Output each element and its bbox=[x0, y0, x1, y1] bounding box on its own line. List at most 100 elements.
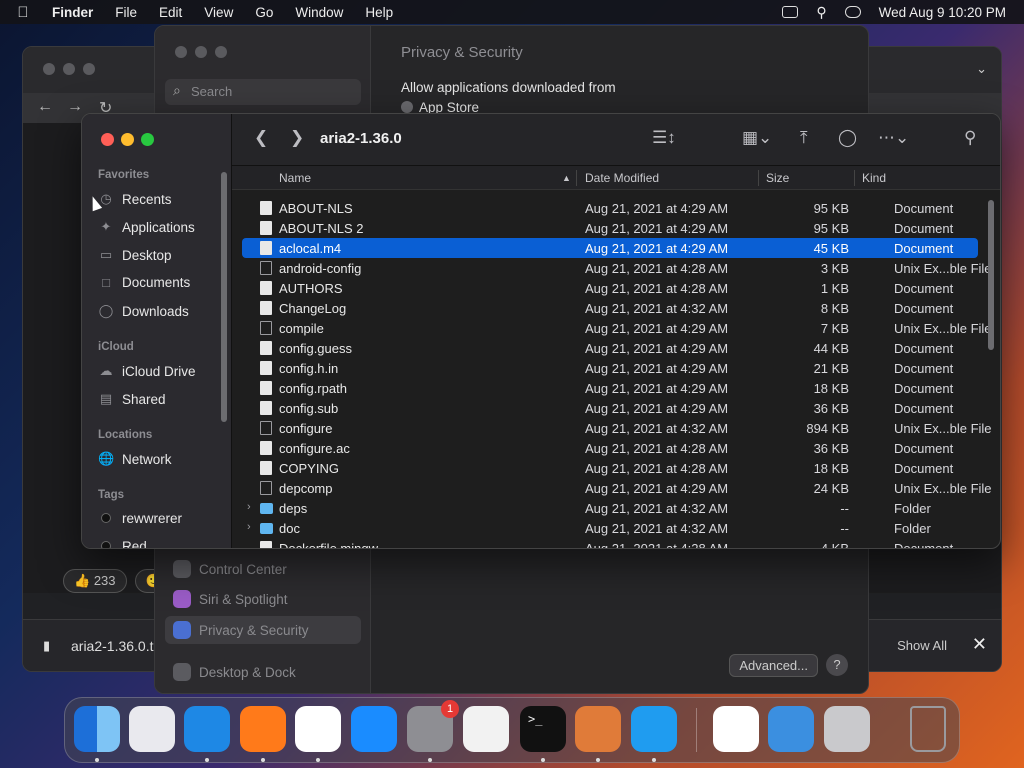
group-icon[interactable]: ▦⌄ bbox=[742, 128, 772, 148]
forward-chevron-icon[interactable]: ❯ bbox=[290, 128, 304, 148]
file-name: doc bbox=[279, 521, 300, 536]
sidebar-tag-rewwrerer[interactable]: rewwrerer bbox=[98, 511, 182, 526]
visual-studio-icon[interactable] bbox=[713, 706, 759, 752]
sidebar-item-desktop[interactable]: ▭ Desktop bbox=[98, 247, 172, 263]
apple-menu-icon[interactable]:  bbox=[0, 4, 46, 21]
sidebar-item-recents[interactable]: ◷ Recents bbox=[98, 191, 171, 207]
search-icon[interactable]: ⚲ bbox=[964, 128, 976, 148]
file-row[interactable]: ABOUT-NLS Aug 21, 2021 at 4:29 AM 95 KB Doc… bbox=[242, 198, 978, 218]
file-row[interactable]: android-config Aug 21, 2021 at 4:28 AM 3 K… bbox=[242, 258, 992, 278]
sidebar-item-downloads[interactable]: ◯ Downloads bbox=[98, 303, 189, 319]
file-row[interactable]: depcomp Aug 21, 2021 at 4:29 AM 24 KB Unix … bbox=[242, 478, 992, 498]
sidebar-scrollbar[interactable] bbox=[221, 172, 227, 422]
vscode-icon[interactable] bbox=[631, 706, 677, 752]
launchpad-icon[interactable] bbox=[129, 706, 175, 752]
menu-edit[interactable]: Edit bbox=[148, 5, 193, 20]
column-kind[interactable]: Kind bbox=[862, 171, 886, 185]
file-row[interactable]: configure.ac Aug 21, 2021 at 4:28 AM 36 KB… bbox=[242, 438, 978, 458]
file-row[interactable]: › doc Aug 21, 2021 at 4:32 AM -- Folder bbox=[242, 518, 978, 538]
sidebar-item-network[interactable]: 🌐 Network bbox=[98, 451, 172, 467]
file-row[interactable]: configure Aug 21, 2021 at 4:32 AM 894 KB Un… bbox=[242, 418, 992, 438]
file-row[interactable]: › deps Aug 21, 2021 at 4:32 AM -- Folder bbox=[242, 498, 978, 518]
control-center-icon[interactable] bbox=[844, 6, 861, 18]
window-zoom-button[interactable] bbox=[83, 63, 95, 75]
sidebar-item-applications[interactable]: ✦ Applications bbox=[98, 219, 195, 235]
disk-utility-icon[interactable] bbox=[824, 706, 870, 752]
file-row[interactable]: compile Aug 21, 2021 at 4:29 AM 7 KB Unix E… bbox=[242, 318, 992, 338]
settings-item-control-center[interactable]: Control Center bbox=[173, 560, 287, 578]
sidebar-item-label: Shared bbox=[122, 391, 166, 407]
back-arrow-icon[interactable]: ← bbox=[37, 98, 53, 116]
settings-item-siri-spotlight[interactable]: Siri & Spotlight bbox=[173, 590, 288, 608]
weather-icon[interactable] bbox=[768, 706, 814, 752]
more-actions-icon[interactable]: ⋯⌄ bbox=[878, 128, 909, 148]
menu-window[interactable]: Window bbox=[284, 5, 354, 20]
file-row[interactable]: ChangeLog Aug 21, 2021 at 4:32 AM 8 KB Docu… bbox=[242, 298, 978, 318]
sidebar-item-documents[interactable]: □ Documents bbox=[98, 275, 190, 290]
textedit-icon[interactable] bbox=[463, 706, 509, 752]
spotlight-search-icon[interactable]: ⚲ bbox=[816, 4, 826, 21]
settings-minimize-button[interactable] bbox=[195, 46, 207, 58]
sidebar-item-icloud-drive[interactable]: ☁ iCloud Drive bbox=[98, 363, 196, 379]
sort-ascending-icon[interactable]: ▲ bbox=[562, 173, 571, 183]
finder-icon[interactable] bbox=[74, 706, 120, 752]
file-list-scrollbar[interactable] bbox=[988, 200, 994, 350]
advanced-button[interactable]: Advanced... bbox=[729, 654, 818, 677]
tag-icon[interactable]: ◯ bbox=[838, 128, 857, 148]
file-name: compile bbox=[279, 321, 324, 336]
window-close-button[interactable] bbox=[43, 63, 55, 75]
chevron-down-icon[interactable]: ⌄ bbox=[976, 61, 987, 77]
tag-color-dot bbox=[101, 541, 111, 548]
close-icon[interactable]: ✕ bbox=[972, 634, 987, 655]
menu-app-name[interactable]: Finder bbox=[46, 5, 104, 20]
settings-search-input[interactable]: Search bbox=[165, 79, 361, 105]
download-filename[interactable]: aria2-1.36.0.t bbox=[71, 638, 154, 654]
menu-help[interactable]: Help bbox=[354, 5, 404, 20]
settings-zoom-button[interactable] bbox=[215, 46, 227, 58]
share-icon[interactable]: ⤒ bbox=[800, 128, 808, 148]
file-row[interactable]: config.rpath Aug 21, 2021 at 4:29 AM 18 KB… bbox=[242, 378, 978, 398]
disclosure-chevron-icon[interactable]: › bbox=[247, 501, 251, 513]
menu-go[interactable]: Go bbox=[244, 5, 284, 20]
window-minimize-button[interactable] bbox=[63, 63, 75, 75]
app-store-icon[interactable] bbox=[351, 706, 397, 752]
list-view-icon[interactable]: ☰↕ bbox=[652, 128, 676, 148]
file-row[interactable]: COPYING Aug 21, 2021 at 4:28 AM 18 KB Docum… bbox=[242, 458, 978, 478]
back-chevron-icon[interactable]: ❮ bbox=[254, 128, 268, 148]
disclosure-chevron-icon[interactable]: › bbox=[247, 521, 251, 533]
menu-clock[interactable]: Wed Aug 9 10:20 PM bbox=[879, 5, 1006, 20]
garageband-icon[interactable] bbox=[575, 706, 621, 752]
column-date-modified[interactable]: Date Modified bbox=[585, 171, 659, 185]
menu-file[interactable]: File bbox=[104, 5, 148, 20]
trash-icon[interactable] bbox=[910, 706, 946, 752]
safari-icon[interactable] bbox=[184, 706, 230, 752]
finder-close-button[interactable] bbox=[101, 133, 114, 146]
show-all-button[interactable]: Show All bbox=[897, 638, 947, 653]
help-button[interactable]: ? bbox=[826, 654, 848, 676]
column-size[interactable]: Size bbox=[766, 171, 789, 185]
file-row[interactable]: AUTHORS Aug 21, 2021 at 4:28 AM 1 KB Docume… bbox=[242, 278, 978, 298]
file-row[interactable]: Dockerfile.mingw Aug 21, 2021 at 4:28 AM 4… bbox=[242, 538, 978, 548]
settings-item-desktop-dock[interactable]: Desktop & Dock bbox=[173, 663, 296, 681]
file-row[interactable]: config.guess Aug 21, 2021 at 4:29 AM 44 KB… bbox=[242, 338, 978, 358]
finder-minimize-button[interactable] bbox=[121, 133, 134, 146]
system-settings-icon[interactable]: 1 bbox=[407, 700, 459, 752]
firefox-icon[interactable] bbox=[240, 706, 286, 752]
file-row[interactable]: aclocal.m4 Aug 21, 2021 at 4:29 AM 45 KB Do… bbox=[242, 238, 978, 258]
chrome-icon[interactable] bbox=[295, 706, 341, 752]
settings-close-button[interactable] bbox=[175, 46, 187, 58]
settings-item-privacy-security[interactable]: Privacy & Security bbox=[165, 616, 361, 644]
column-name[interactable]: Name bbox=[279, 171, 311, 185]
finder-zoom-button[interactable] bbox=[141, 133, 154, 146]
thumbs-up-reaction[interactable]: 👍 233 bbox=[63, 569, 127, 593]
file-row[interactable]: config.sub Aug 21, 2021 at 4:29 AM 36 KB Do… bbox=[242, 398, 978, 418]
sidebar-tag-red[interactable]: Red bbox=[98, 539, 147, 548]
file-row[interactable]: config.h.in Aug 21, 2021 at 4:29 AM 21 KB D… bbox=[242, 358, 978, 378]
terminal-icon[interactable]: >_ bbox=[520, 706, 566, 752]
sidebar-item-shared[interactable]: ▤ Shared bbox=[98, 391, 166, 407]
screen-mirroring-icon[interactable] bbox=[782, 6, 799, 18]
file-kind: Document bbox=[894, 281, 954, 296]
forward-arrow-icon[interactable]: → bbox=[67, 98, 83, 116]
file-row[interactable]: ABOUT-NLS 2 Aug 21, 2021 at 4:29 AM 95 KB D… bbox=[242, 218, 978, 238]
menu-view[interactable]: View bbox=[193, 5, 244, 20]
